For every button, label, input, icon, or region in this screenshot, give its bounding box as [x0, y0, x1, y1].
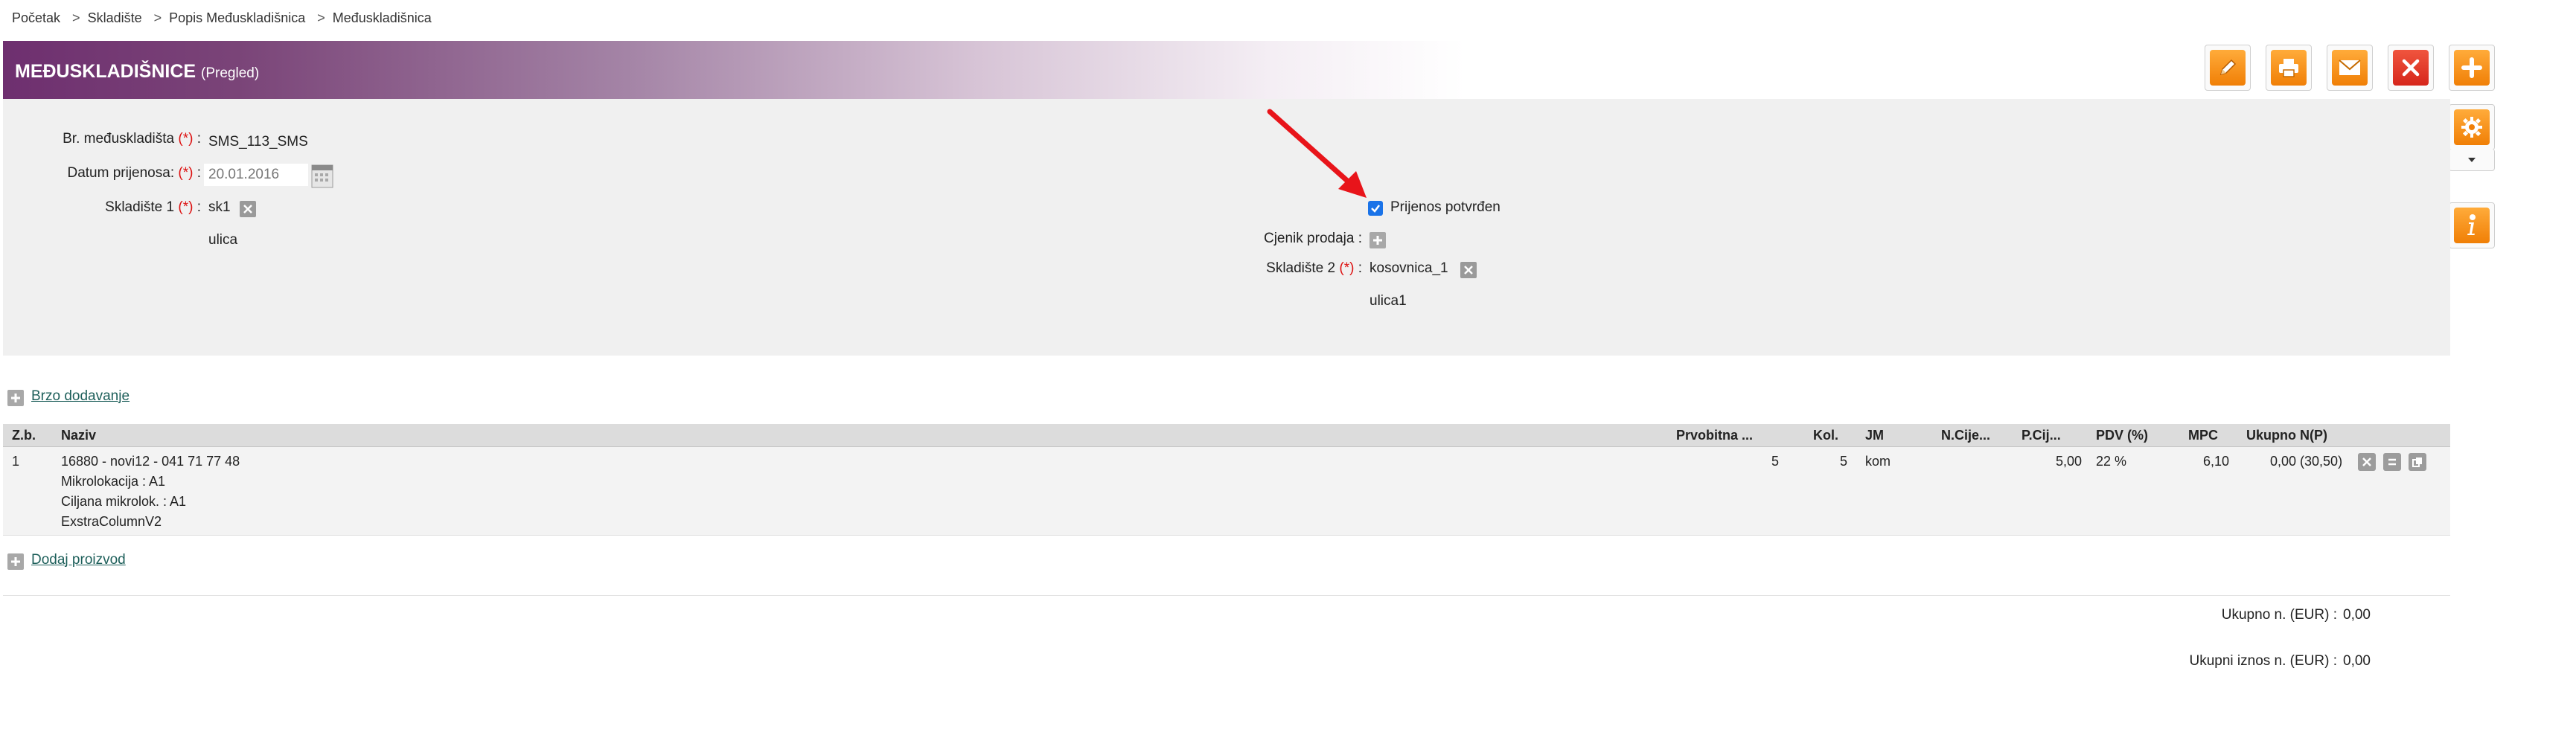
clear-skladiste1-icon[interactable]: [240, 201, 256, 217]
quick-add-link[interactable]: Brzo dodavanje: [31, 388, 130, 405]
col-header-ncijena[interactable]: N.Cije...: [1941, 428, 1990, 443]
skladiste1-label: Skladište 1 (*) :: [105, 199, 201, 215]
settings-button[interactable]: [2449, 104, 2495, 150]
skladiste2-value: kosovnica_1: [1370, 260, 1448, 276]
print-icon: [2271, 50, 2307, 86]
cell-naziv-line: Mikrolokacija : A1: [61, 474, 166, 489]
col-header-kol[interactable]: Kol.: [1813, 428, 1838, 443]
date-field[interactable]: [204, 164, 308, 186]
cell-naziv: 16880 - novi12 - 041 71 77 48: [61, 454, 240, 469]
col-header-jm[interactable]: JM: [1865, 428, 1884, 443]
cell-naziv-line: Ciljana mikrolok. : A1: [61, 494, 187, 509]
close-icon: [2393, 50, 2429, 86]
dropdown-arrow-icon: [2468, 157, 2476, 162]
breadcrumb-separator: >: [72, 10, 80, 25]
add-product-link[interactable]: Dodaj proizvod: [31, 552, 126, 568]
col-header-pdv[interactable]: PDV (%): [2096, 428, 2148, 443]
divider: [3, 595, 2450, 596]
breadcrumb-item-list[interactable]: Popis Međuskladišnica: [169, 10, 305, 25]
close-button[interactable]: [2388, 45, 2434, 91]
copy-row-icon[interactable]: [2409, 453, 2426, 471]
col-header-mpc[interactable]: MPC: [2188, 428, 2218, 443]
iznos-value: 0,00: [2343, 653, 2371, 669]
add-product-icon[interactable]: [7, 553, 24, 570]
info-button[interactable]: [2449, 202, 2495, 248]
breadcrumb-separator: >: [317, 10, 325, 25]
quick-add-icon[interactable]: [7, 390, 24, 406]
calendar-icon[interactable]: [311, 162, 333, 189]
cjenik-label: Cjenik prodaja :: [1263, 231, 1362, 246]
page-header-bar: [3, 41, 1953, 99]
br-value: SMS_113_SMS: [208, 134, 308, 150]
page-title-text: MEĐUSKLADIŠNICE: [15, 61, 196, 82]
cell-naziv-line: ExstraColumnV2: [61, 514, 162, 529]
breadcrumb-separator: >: [153, 10, 162, 25]
add-button[interactable]: [2449, 45, 2495, 91]
prijenos-label: Prijenos potvrđen: [1390, 199, 1500, 215]
skladiste1-value: sk1: [208, 199, 231, 215]
col-header-pcijena[interactable]: P.Cij...: [2022, 428, 2061, 443]
print-button[interactable]: [2266, 45, 2312, 91]
add-cjenik-icon[interactable]: [1370, 232, 1386, 248]
skladiste2-label: Skladište 2 (*) :: [1266, 260, 1362, 276]
col-header-zb[interactable]: Z.b.: [12, 428, 36, 443]
page-title: MEĐUSKLADIŠNICE (Pregled): [15, 61, 259, 83]
iznos-label: Ukupni iznos n. (EUR) :: [2189, 653, 2337, 669]
email-icon: [2332, 50, 2368, 86]
breadcrumb-item-current: Međuskladišnica: [332, 10, 432, 25]
form-panel: [3, 99, 2450, 356]
skladiste1-address: ulica: [208, 232, 238, 248]
email-button[interactable]: [2327, 45, 2373, 91]
ukupno-label: Ukupno n. (EUR) :: [2221, 607, 2337, 623]
table-header-row: Z.b. Naziv Prvobitna ... Kol. JM N.Cije.…: [3, 424, 2450, 447]
red-arrow-icon: [1267, 109, 1367, 198]
minus-row-icon[interactable]: [2383, 453, 2401, 471]
cell-kol: 5: [1840, 454, 1848, 469]
cell-ukupno: 0,00 (30,50): [2270, 454, 2343, 469]
breadcrumb-item-home[interactable]: Početak: [12, 10, 60, 25]
col-header-ukupno[interactable]: Ukupno N(P): [2246, 428, 2327, 443]
cell-prvobitna: 5: [1771, 454, 1780, 469]
cell-zb: 1: [12, 454, 20, 469]
clear-skladiste2-icon[interactable]: [1460, 262, 1477, 278]
edit-button[interactable]: [2205, 45, 2251, 91]
checkmark-icon: [1371, 205, 1380, 213]
datum-label: Datum prijenosa: (*) :: [67, 165, 201, 181]
br-label: Br. međuskladišta (*) :: [63, 131, 201, 147]
col-header-prvobitna[interactable]: Prvobitna ...: [1676, 428, 1753, 443]
cell-pdv: 22 %: [2096, 454, 2127, 469]
page-subtitle: (Pregled): [201, 65, 260, 81]
info-icon: [2454, 208, 2490, 243]
cell-mpc: 6,10: [2203, 454, 2230, 469]
gear-icon: [2454, 109, 2490, 145]
delete-row-icon[interactable]: [2358, 453, 2376, 471]
col-header-naziv[interactable]: Naziv: [61, 428, 96, 443]
cell-pcijena: 5,00: [2056, 454, 2083, 469]
settings-dropdown-button[interactable]: [2449, 149, 2495, 171]
cell-jm: kom: [1865, 454, 1891, 469]
add-icon: [2454, 50, 2490, 86]
breadcrumb-item-warehouse[interactable]: Skladište: [88, 10, 142, 25]
ukupno-value: 0,00: [2343, 607, 2371, 623]
table-row[interactable]: 1 16880 - novi12 - 041 71 77 48 Mikrolok…: [3, 447, 2450, 536]
breadcrumb: Početak > Skladište > Popis Međuskladišnica >…: [12, 10, 436, 26]
skladiste2-address: ulica1: [1370, 293, 1407, 309]
edit-icon: [2210, 50, 2246, 86]
prijenos-checkbox[interactable]: [1368, 201, 1383, 216]
